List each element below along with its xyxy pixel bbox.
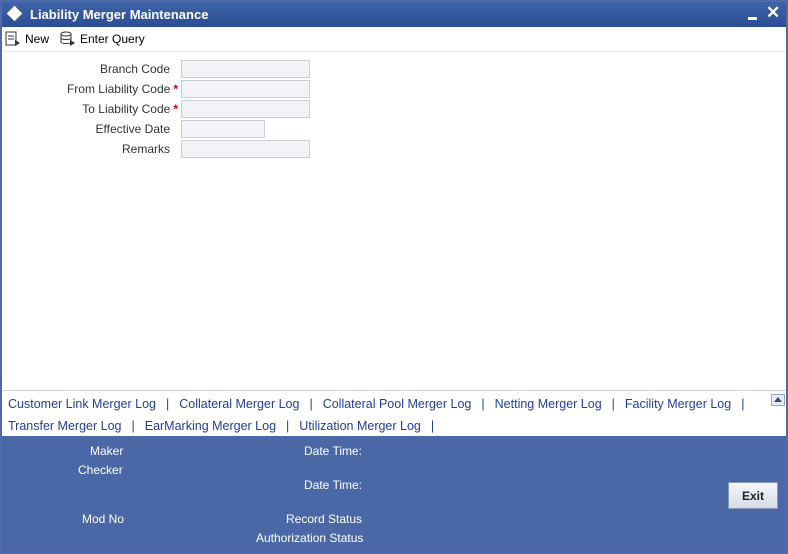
minimize-icon[interactable]	[746, 9, 760, 21]
toolbar: New Enter Query	[2, 27, 786, 52]
to-liability-code-label: To Liability Code *	[82, 102, 178, 116]
required-marker: *	[173, 102, 178, 116]
link-facility-merger-log[interactable]: Facility Merger Log	[625, 397, 731, 411]
remarks-row: Remarks	[2, 140, 402, 158]
link-collateral-merger-log[interactable]: Collateral Merger Log	[179, 397, 299, 411]
enter-query-label: Enter Query	[80, 32, 145, 46]
merger-log-links: Customer Link Merger Log | Collateral Merg…	[2, 390, 786, 436]
branch-code-input[interactable]	[181, 60, 310, 78]
link-netting-merger-log[interactable]: Netting Merger Log	[495, 397, 602, 411]
link-separator: |	[741, 397, 745, 411]
effective-date-label: Effective Date	[95, 122, 170, 136]
link-customer-link-merger-log[interactable]: Customer Link Merger Log	[8, 397, 156, 411]
mod-no-label: Mod No	[82, 512, 125, 526]
arrow-up-icon[interactable]	[771, 394, 785, 406]
link-separator: |	[430, 419, 435, 433]
new-button-label: New	[25, 32, 50, 46]
maker-label: Maker	[90, 444, 124, 458]
branch-code-label: Branch Code	[99, 62, 170, 76]
liability-merger-window: Liability Merger Maintenance ✕ New Enter…	[0, 0, 788, 554]
link-utilization-merger-log[interactable]: Utilization Merger Log	[299, 419, 421, 433]
links-line-1: Customer Link Merger Log | Collateral Merg…	[8, 397, 754, 411]
link-separator: |	[165, 397, 170, 411]
effective-date-row: Effective Date	[2, 120, 402, 138]
record-status-label: Record Status	[286, 512, 363, 526]
required-marker: *	[173, 82, 178, 96]
new-button[interactable]: New	[5, 30, 49, 48]
window-title: Liability Merger Maintenance	[30, 7, 209, 22]
audit-footer: Maker Checker Date Time: Date Time: Mod …	[2, 436, 786, 552]
new-document-icon	[5, 31, 20, 46]
link-separator: |	[481, 397, 485, 411]
from-liability-code-input[interactable]	[181, 80, 310, 98]
link-earmarking-merger-log[interactable]: EarMarking Merger Log	[145, 419, 276, 433]
authorization-status-label: Authorization Status	[256, 531, 364, 545]
link-separator: |	[286, 419, 290, 433]
maker-datetime-label: Date Time:	[304, 444, 363, 458]
link-transfer-merger-log[interactable]: Transfer Merger Log	[8, 419, 121, 433]
remarks-label: Remarks	[121, 142, 170, 156]
query-icon	[60, 31, 75, 46]
branch-code-row: Branch Code	[2, 60, 402, 78]
effective-date-input[interactable]	[181, 120, 265, 138]
enter-query-button[interactable]: Enter Query	[59, 30, 145, 48]
from-liability-code-label: From Liability Code *	[66, 82, 178, 96]
links-line-2: Transfer Merger Log | EarMarking Merger Lo…	[8, 419, 444, 433]
title-bar: Liability Merger Maintenance ✕	[2, 2, 786, 27]
link-separator: |	[309, 397, 313, 411]
from-liability-code-row: From Liability Code *	[2, 80, 402, 98]
link-separator: |	[611, 397, 615, 411]
checker-label: Checker	[78, 463, 123, 477]
checker-datetime-label: Date Time:	[304, 478, 363, 492]
link-separator: |	[131, 419, 135, 433]
exit-button[interactable]: Exit	[728, 482, 778, 509]
diamond-icon	[6, 5, 23, 22]
close-icon[interactable]: ✕	[766, 3, 780, 23]
remarks-input[interactable]	[181, 140, 310, 158]
to-liability-code-row: To Liability Code *	[2, 100, 402, 118]
to-liability-code-input[interactable]	[181, 100, 310, 118]
link-collateral-pool-merger-log[interactable]: Collateral Pool Merger Log	[323, 397, 472, 411]
